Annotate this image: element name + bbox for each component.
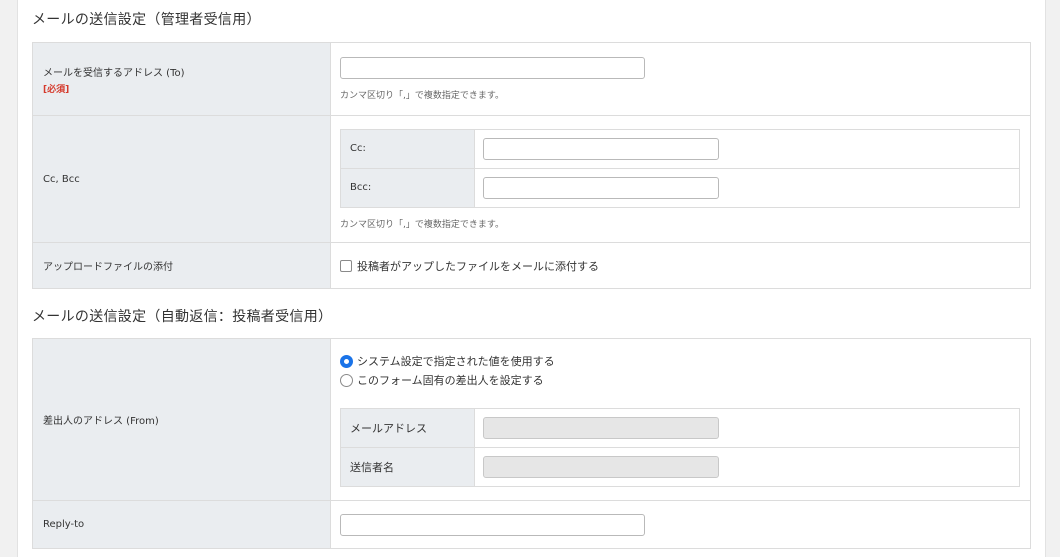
attachment-label: アップロードファイルの添付 [43, 262, 173, 273]
auto-reply-settings-table: 差出人のアドレス (From) システム設定で指定された値を使用する このフォー… [32, 338, 1031, 549]
mail-address-subrow: メールアドレス [341, 409, 1019, 448]
cc-value-cell [475, 130, 1019, 168]
admin-mail-settings-table: メールを受信するアドレス (To) [必須] カンマ区切り「,」で複数指定できま… [32, 42, 1031, 289]
cc-bcc-value-cell: Cc: Bcc: カンマ区切り「,」で複数指定できます。 [331, 116, 1030, 242]
required-badge: [必須] [43, 84, 70, 95]
from-option-system[interactable]: システム設定で指定された値を使用する [340, 353, 1020, 369]
auto-reply-section-title: メールの送信設定（自動返信：投稿者受信用） [32, 309, 333, 325]
cc-bcc-help: カンマ区切り「,」で複数指定できます。 [340, 219, 504, 230]
from-address-row: 差出人のアドレス (From) システム設定で指定された値を使用する このフォー… [33, 339, 1030, 501]
cc-label: Cc: [341, 129, 475, 168]
mail-address-label: メールアドレス [341, 409, 475, 447]
sender-name-label: 送信者名 [341, 448, 475, 486]
from-address-label-cell: 差出人のアドレス (From) [33, 339, 331, 500]
cc-input[interactable] [483, 137, 719, 160]
from-option-custom-label[interactable]: このフォーム固有の差出人を設定する [357, 372, 544, 388]
attachment-value-cell: 投稿者がアップしたファイルをメールに添付する [331, 243, 1030, 288]
attachment-row: アップロードファイルの添付 投稿者がアップしたファイルをメールに添付する [33, 243, 1030, 288]
to-address-label-cell: メールを受信するアドレス (To) [必須] [33, 43, 331, 115]
reply-to-value-cell [331, 501, 1030, 548]
bcc-value-cell [475, 169, 1019, 207]
cc-bcc-label: Cc, Bcc [43, 173, 80, 185]
reply-to-label-cell: Reply-to [33, 501, 331, 548]
sender-name-subrow: 送信者名 [341, 448, 1019, 486]
attach-files-checkbox[interactable] [340, 259, 352, 272]
attach-files-label[interactable]: 投稿者がアップしたファイルをメールに添付する [357, 258, 599, 274]
mail-address-value-cell [475, 409, 1019, 447]
reply-to-input[interactable] [340, 513, 645, 536]
from-mail-address-input [483, 417, 719, 439]
reply-to-row: Reply-to [33, 501, 1030, 548]
from-address-label: 差出人のアドレス (From) [43, 416, 159, 427]
to-address-row: メールを受信するアドレス (To) [必須] カンマ区切り「,」で複数指定できま… [33, 43, 1030, 116]
cc-subrow: Cc: [341, 129, 1019, 169]
from-option-system-label[interactable]: システム設定で指定された値を使用する [357, 353, 555, 369]
reply-to-label: Reply-to [43, 519, 85, 530]
from-address-value-cell: システム設定で指定された値を使用する このフォーム固有の差出人を設定する メール… [331, 339, 1030, 500]
bcc-subrow: Bcc: [341, 168, 1019, 207]
cc-bcc-label-cell: Cc, Bcc [33, 116, 331, 242]
sender-name-input [483, 456, 719, 478]
to-address-label: メールを受信するアドレス (To) [43, 67, 185, 79]
cc-bcc-row: Cc, Bcc Cc: Bcc: カンマ区切り「,」で複数指定できます。 [33, 116, 1030, 243]
cc-bcc-subtable: Cc: Bcc: [340, 128, 1020, 208]
settings-panel: メールの送信設定（管理者受信用） メールを受信するアドレス (To) [必須] … [17, 0, 1046, 557]
from-subtable: メールアドレス 送信者名 [340, 408, 1020, 487]
attachment-label-cell: アップロードファイルの添付 [33, 243, 331, 288]
bcc-input[interactable] [483, 176, 719, 199]
to-address-value-cell: カンマ区切り「,」で複数指定できます。 [331, 43, 1030, 115]
to-address-help: カンマ区切り「,」で複数指定できます。 [340, 91, 504, 101]
admin-mail-section-title: メールの送信設定（管理者受信用） [32, 12, 261, 28]
sender-name-value-cell [475, 448, 1019, 486]
bcc-label: Bcc: [341, 168, 475, 207]
from-option-custom-radio[interactable] [340, 373, 353, 387]
from-option-custom[interactable]: このフォーム固有の差出人を設定する [340, 372, 1020, 388]
attach-files-option[interactable]: 投稿者がアップしたファイルをメールに添付する [340, 258, 1020, 274]
to-address-input[interactable] [340, 57, 645, 79]
from-option-system-radio[interactable] [340, 354, 353, 368]
